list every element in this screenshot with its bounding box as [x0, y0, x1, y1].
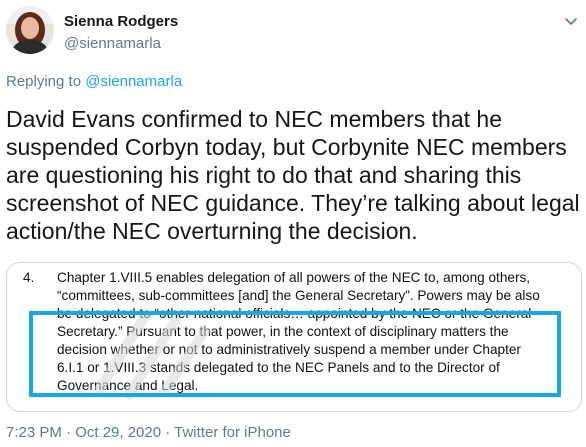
chevron-down-icon[interactable]: [562, 12, 580, 30]
document-line: Chapter 1.VIII.5 enables delegation of a…: [57, 270, 531, 285]
replying-to-label: Replying to: [6, 73, 82, 90]
paragraph-number: 4.: [23, 270, 35, 285]
tweet-text: David Evans confirmed to NEC members tha…: [6, 106, 580, 244]
avatar-image: [6, 6, 54, 54]
author-handle[interactable]: @siennamarla: [64, 35, 161, 52]
avatar[interactable]: [6, 6, 54, 54]
document-line: “committees, sub-committees [and] the Ge…: [57, 288, 540, 303]
highlight-box: [29, 311, 561, 397]
author-name[interactable]: Sienna Rodgers: [64, 13, 178, 30]
replying-to-link[interactable]: @siennamarla: [85, 73, 182, 90]
tweet-media[interactable]: 4. Chapter 1.VIII.5 enables delegation o…: [6, 262, 582, 412]
tweet-timestamp[interactable]: 7:23 PM · Oct 29, 2020 · Twitter for iPh…: [6, 424, 291, 441]
replying-to: Replying to @siennamarla: [6, 73, 182, 90]
